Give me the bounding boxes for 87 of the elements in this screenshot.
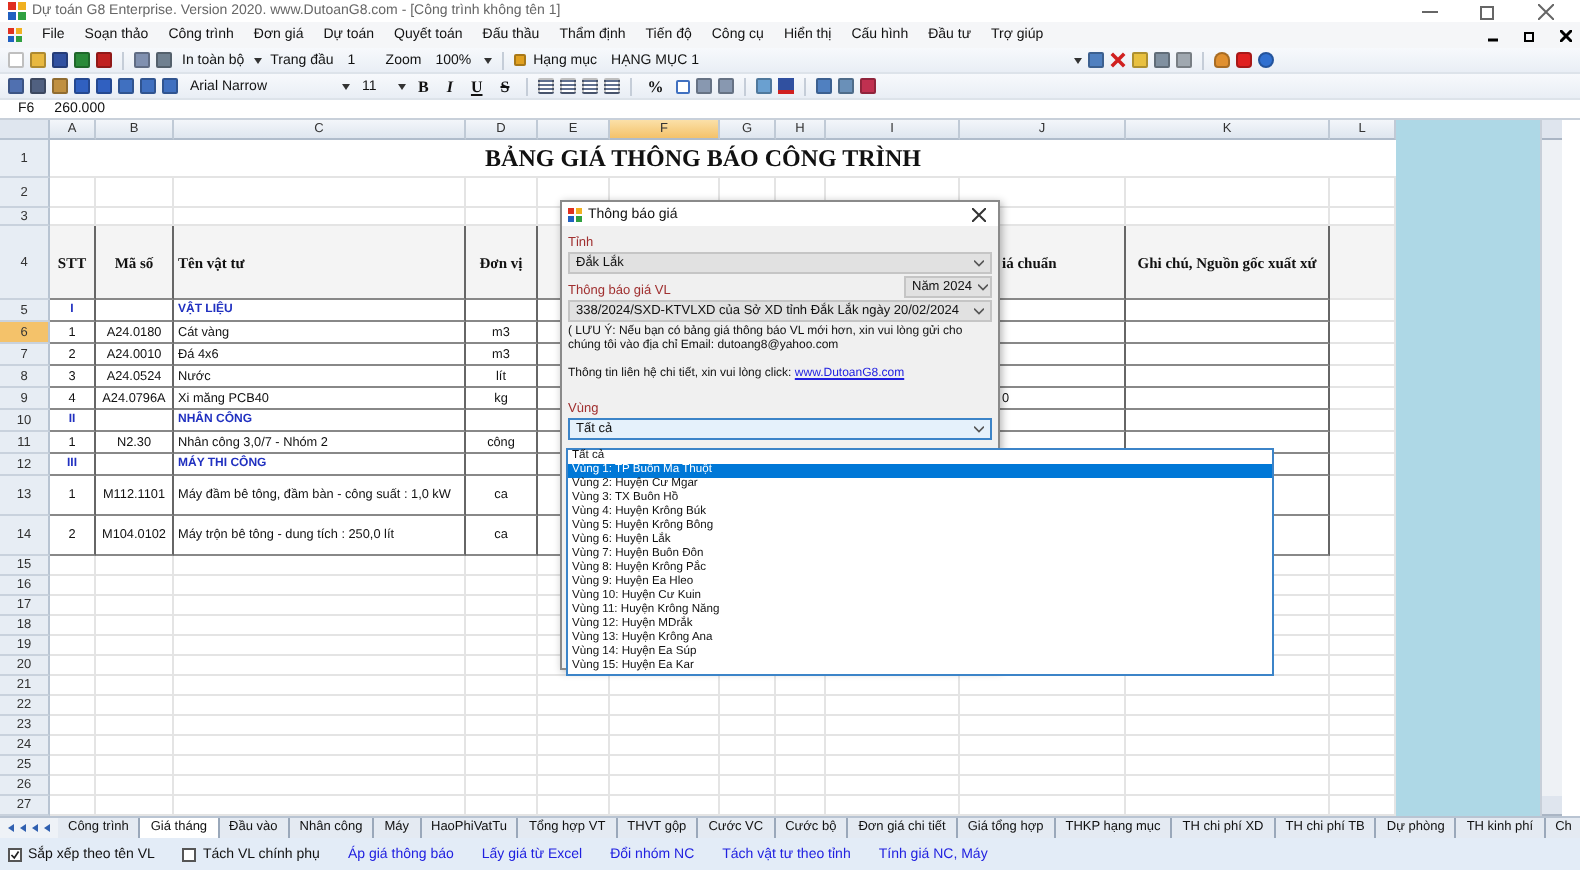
table-cell bbox=[466, 736, 538, 756]
table-cell bbox=[466, 776, 538, 796]
table-cell bbox=[720, 776, 776, 796]
close-icon[interactable] bbox=[972, 207, 986, 221]
caret-icon bbox=[254, 57, 263, 63]
table-cell bbox=[96, 736, 174, 756]
table-cell bbox=[50, 596, 96, 616]
table-cell bbox=[538, 716, 610, 736]
table-cell bbox=[50, 636, 96, 656]
table-cell bbox=[720, 756, 776, 776]
table-cell bbox=[538, 696, 610, 716]
table-cell bbox=[96, 556, 174, 576]
table-cell bbox=[96, 616, 174, 636]
percent-button[interactable]: % bbox=[641, 77, 670, 95]
table-cell bbox=[776, 716, 826, 736]
app-logo-icon bbox=[568, 207, 582, 221]
table-cell bbox=[96, 776, 174, 796]
checkbox[interactable] bbox=[182, 847, 197, 861]
chevron-icon bbox=[974, 425, 984, 433]
chevron-icon bbox=[974, 259, 984, 267]
table-cell bbox=[466, 756, 538, 776]
align-left-icon[interactable] bbox=[537, 78, 554, 94]
table-cell bbox=[50, 736, 96, 756]
table-cell bbox=[50, 178, 96, 208]
table-cell bbox=[610, 776, 720, 796]
table-cell bbox=[50, 576, 96, 596]
merge-icon[interactable] bbox=[603, 78, 620, 94]
underline-button[interactable]: U bbox=[464, 77, 489, 95]
align-right-icon[interactable] bbox=[581, 78, 598, 94]
table-cell bbox=[50, 716, 96, 736]
caret-icon bbox=[398, 83, 406, 89]
table-cell bbox=[776, 776, 826, 796]
table-cell bbox=[720, 716, 776, 736]
align-center-icon[interactable] bbox=[559, 78, 576, 94]
table-cell bbox=[610, 756, 720, 776]
table-cell bbox=[466, 696, 538, 716]
table-cell bbox=[96, 576, 174, 596]
table-cell bbox=[466, 676, 538, 696]
table-cell bbox=[826, 736, 960, 756]
table-cell bbox=[826, 716, 960, 736]
bold-button[interactable]: B bbox=[412, 77, 435, 95]
vertical-scrollbar[interactable] bbox=[1540, 120, 1562, 816]
table-cell bbox=[538, 776, 610, 796]
table-cell bbox=[96, 716, 174, 736]
table-cell bbox=[776, 696, 826, 716]
table-cell bbox=[826, 756, 960, 776]
table-cell bbox=[826, 776, 960, 796]
table-cell bbox=[96, 756, 174, 776]
table-cell bbox=[538, 756, 610, 776]
delete-icon[interactable] bbox=[1109, 52, 1126, 68]
table-cell bbox=[610, 736, 720, 756]
table-cell bbox=[50, 676, 96, 696]
table-cell bbox=[776, 736, 826, 756]
table-cell bbox=[96, 596, 174, 616]
table-cell bbox=[610, 716, 720, 736]
chevron-icon bbox=[978, 283, 988, 291]
table-cell bbox=[50, 756, 96, 776]
caret-icon bbox=[1073, 57, 1082, 63]
table-cell bbox=[96, 178, 174, 208]
table-cell bbox=[50, 656, 96, 676]
strikethrough-button[interactable]: S bbox=[494, 77, 516, 95]
table-cell bbox=[96, 696, 174, 716]
table-cell bbox=[50, 556, 96, 576]
table-cell bbox=[720, 696, 776, 716]
table-cell bbox=[96, 676, 174, 696]
table-cell bbox=[96, 636, 174, 656]
table-cell bbox=[826, 696, 960, 716]
restore-icon[interactable] bbox=[1524, 29, 1536, 41]
italic-button[interactable]: I bbox=[440, 77, 459, 95]
table-cell bbox=[96, 656, 174, 676]
close-icon[interactable] bbox=[1560, 29, 1572, 41]
sheet-title: BẢNG GIÁ THÔNG BÁO CÔNG TRÌNH bbox=[50, 140, 1396, 178]
app-logo-icon bbox=[8, 2, 26, 20]
table-cell bbox=[538, 736, 610, 756]
table-cell bbox=[720, 736, 776, 756]
caret-icon bbox=[342, 83, 350, 89]
table-cell bbox=[610, 696, 720, 716]
table-cell bbox=[776, 756, 826, 776]
table-cell bbox=[466, 178, 538, 208]
app-logo-icon bbox=[8, 28, 22, 42]
table-cell bbox=[466, 716, 538, 736]
table-cell bbox=[50, 616, 96, 636]
chevron-icon bbox=[974, 307, 984, 315]
table-cell bbox=[50, 776, 96, 796]
caret-icon bbox=[483, 57, 492, 63]
checkbox[interactable] bbox=[8, 847, 22, 861]
table-cell bbox=[50, 696, 96, 716]
